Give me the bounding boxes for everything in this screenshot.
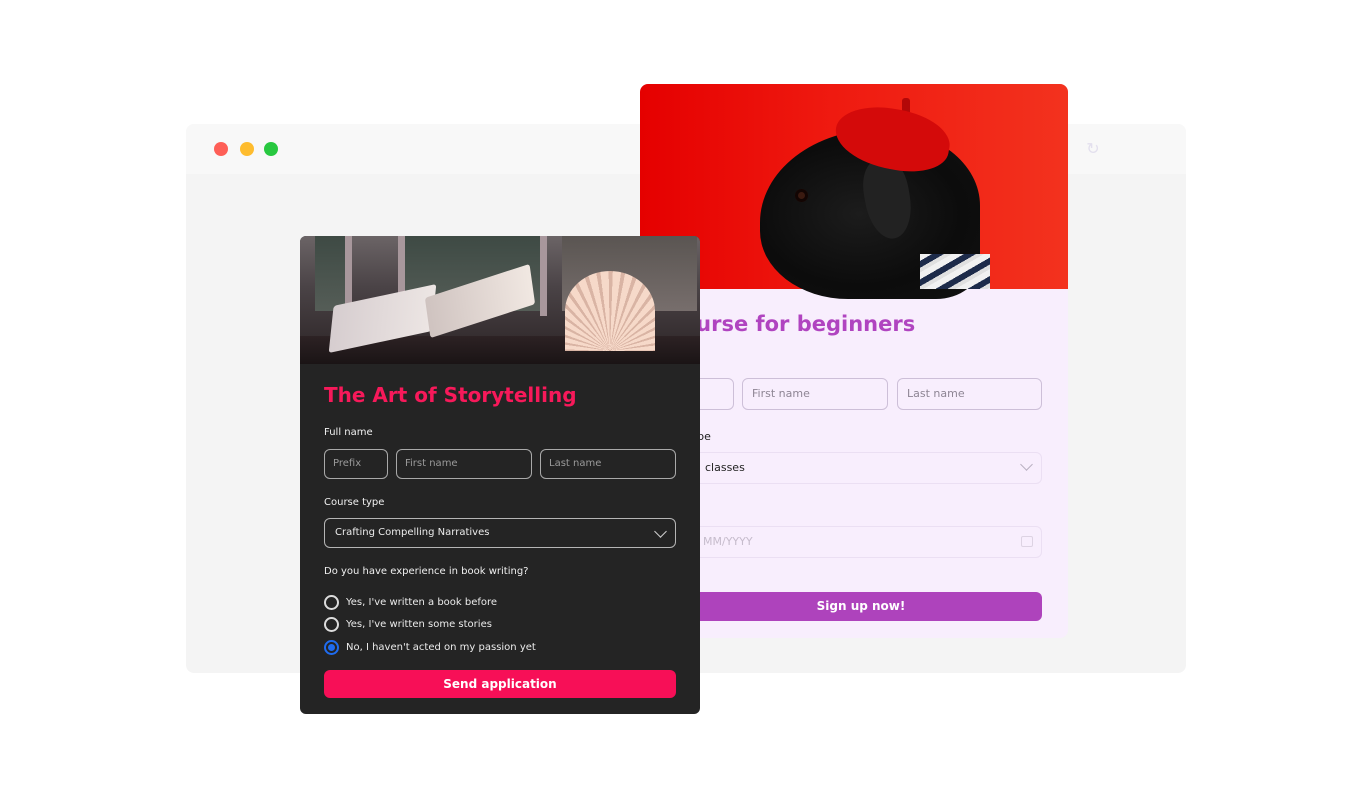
first-name-input[interactable]: First name xyxy=(742,378,888,410)
last-name-input[interactable]: Last name xyxy=(540,449,676,479)
french-course-form: French course for beginners me First nam… xyxy=(640,84,1068,638)
radio-button-checked[interactable] xyxy=(324,640,339,655)
maximize-window-button[interactable] xyxy=(264,142,278,156)
chevron-down-icon xyxy=(654,525,667,538)
date-input[interactable]: MM/YYYY xyxy=(680,526,1042,558)
minimize-window-button[interactable] xyxy=(240,142,254,156)
first-name-input[interactable]: First name xyxy=(396,449,532,479)
radio-button[interactable] xyxy=(324,595,339,610)
date-placeholder: MM/YYYY xyxy=(703,535,753,548)
sign-up-button[interactable]: Sign up now! xyxy=(680,592,1042,621)
prefix-input[interactable]: Prefix xyxy=(324,449,388,479)
pug-eye xyxy=(795,189,808,202)
window-pane xyxy=(315,236,345,311)
radio-button[interactable] xyxy=(324,617,339,632)
radio-label: Yes, I've written a book before xyxy=(346,597,498,608)
radio-label: Yes, I've written some stories xyxy=(346,619,492,630)
course-type-value: classes xyxy=(705,461,745,474)
last-name-input[interactable]: Last name xyxy=(897,378,1042,410)
window-frame xyxy=(540,236,547,316)
send-application-button[interactable]: Send application xyxy=(324,670,676,698)
striped-scarf xyxy=(920,254,990,289)
calendar-icon[interactable] xyxy=(1021,536,1033,547)
course-type-select[interactable]: classes xyxy=(680,452,1042,484)
course-type-value: Crafting Compelling Narratives xyxy=(335,527,490,538)
course-type-label: Course type xyxy=(324,497,385,508)
course-type-select[interactable]: Crafting Compelling Narratives xyxy=(324,518,676,548)
radio-label: No, I haven't acted on my passion yet xyxy=(346,642,536,653)
fanned-book xyxy=(565,271,655,351)
chevron-down-icon xyxy=(1020,458,1033,471)
reload-icon[interactable]: ↻ xyxy=(1084,140,1102,158)
form-title: The Art of Storytelling xyxy=(324,383,577,407)
storytelling-form: The Art of Storytelling Full name Prefix… xyxy=(300,236,700,714)
experience-question: Do you have experience in book writing? xyxy=(324,566,529,577)
pug-beret-image xyxy=(640,84,1068,299)
close-window-button[interactable] xyxy=(214,142,228,156)
books-image xyxy=(300,236,700,364)
full-name-label: Full name xyxy=(324,427,373,438)
